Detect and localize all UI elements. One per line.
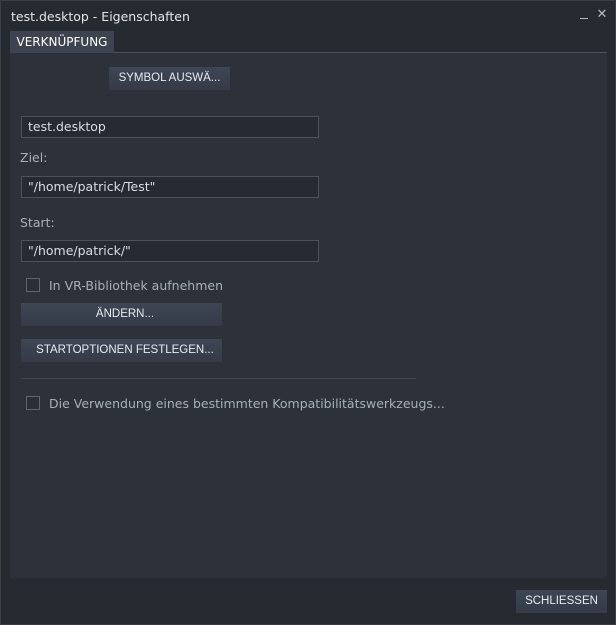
minimize-icon[interactable] — [577, 7, 591, 23]
section-divider — [21, 378, 416, 379]
target-field[interactable]: "/home/patrick/Test" — [21, 176, 319, 198]
target-label: Ziel: — [20, 150, 48, 165]
change-button[interactable]: ÄNDERN... — [21, 303, 222, 326]
launch-options-button[interactable]: STARTOPTIONEN FESTLEGEN... — [21, 339, 222, 362]
shortcut-name-field[interactable]: test.desktop — [21, 116, 319, 138]
choose-icon-button[interactable]: SYMBOL AUSWÄ... — [109, 67, 230, 90]
close-button[interactable]: SCHLIESSEN — [516, 590, 607, 613]
properties-window: test.desktop - Eigenschaften ✕ VERKNÜPFU… — [0, 0, 616, 625]
compat-tool-checkbox[interactable] — [26, 396, 40, 410]
title-bar: test.desktop - Eigenschaften ✕ — [1, 1, 615, 31]
compat-tool-label: Die Verwendung eines bestimmten Kompatib… — [49, 396, 445, 411]
start-label: Start: — [20, 215, 55, 230]
close-icon[interactable]: ✕ — [595, 7, 609, 23]
vr-library-label: In VR-Bibliothek aufnehmen — [49, 278, 223, 293]
vr-library-checkbox[interactable] — [26, 278, 40, 292]
start-field[interactable]: "/home/patrick/" — [21, 240, 319, 262]
tab-shortcut[interactable]: VERKNÜPFUNG — [10, 31, 114, 53]
window-title: test.desktop - Eigenschaften — [11, 9, 190, 24]
